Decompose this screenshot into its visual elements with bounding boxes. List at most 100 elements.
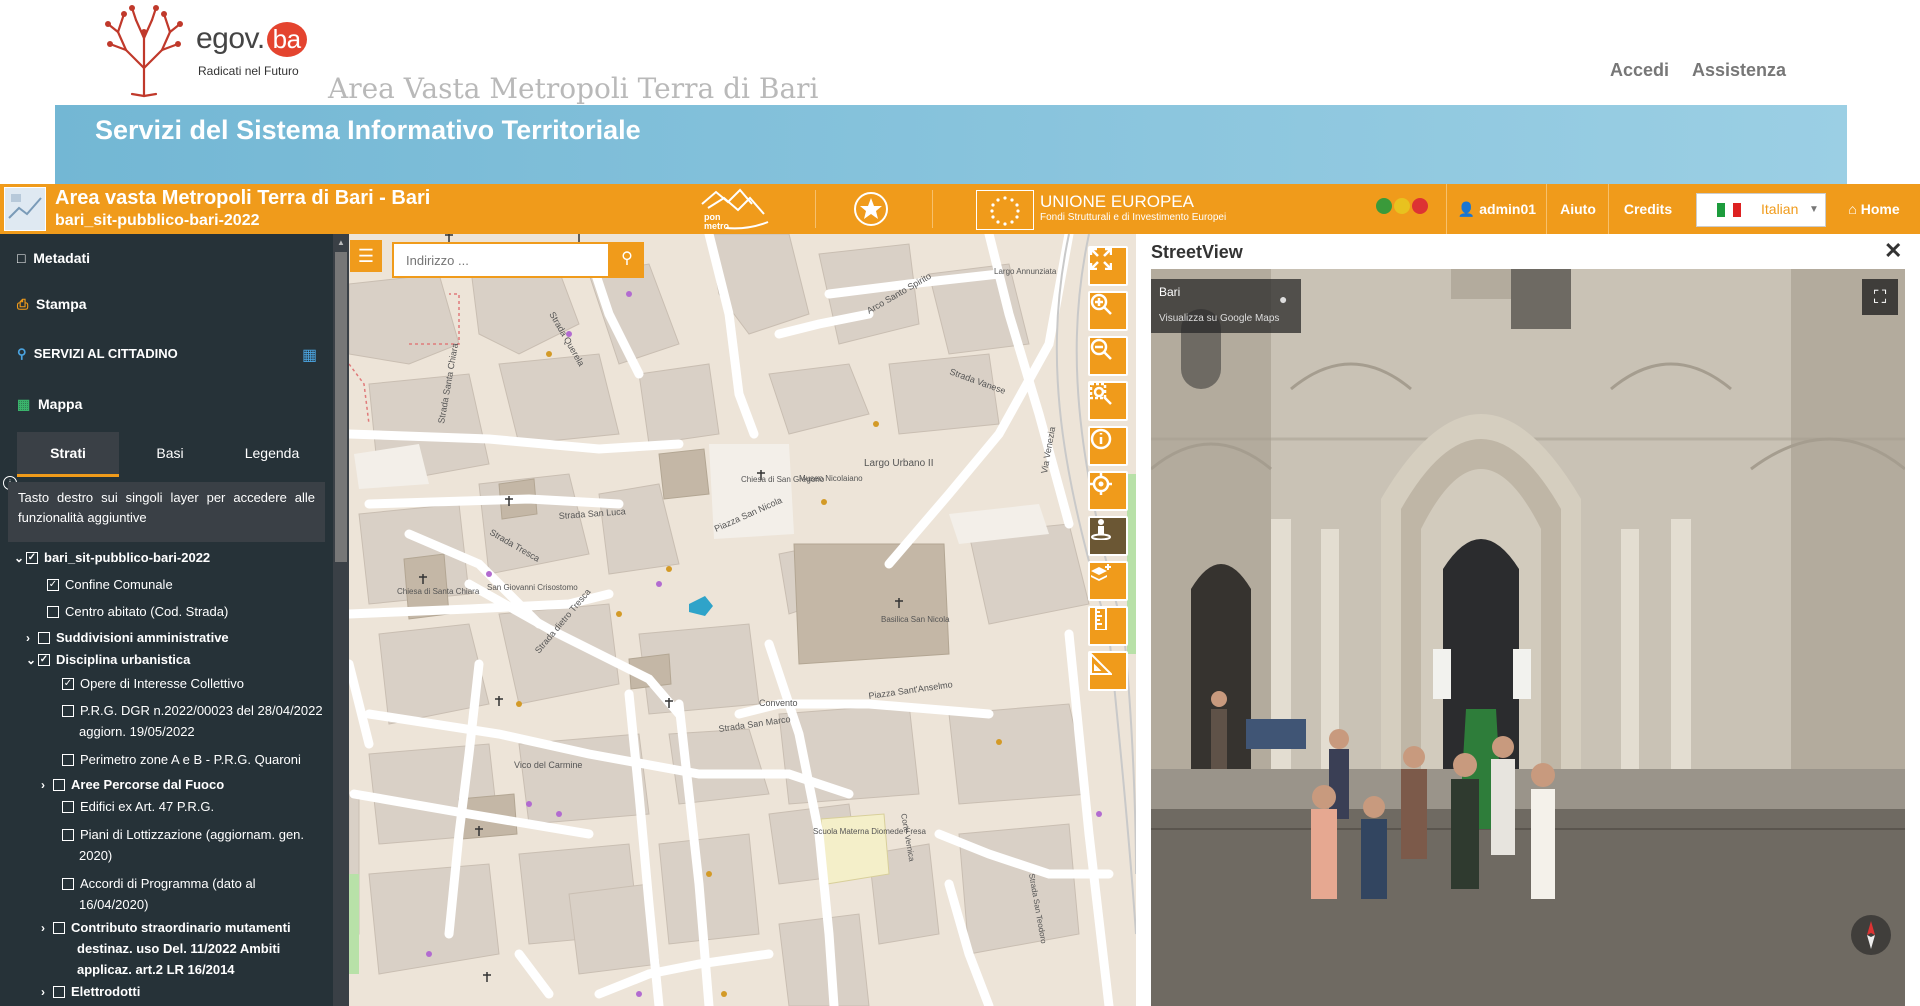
checkbox[interactable]: [62, 877, 74, 890]
map-thumbnail[interactable]: [4, 187, 46, 231]
layer-item-continued: 2020): [79, 848, 113, 863]
calculator-icon[interactable]: ▦: [302, 345, 317, 365]
svg-text:metro: metro: [704, 221, 730, 231]
checkbox[interactable]: [62, 828, 74, 841]
checkbox-checked[interactable]: ✓: [62, 677, 74, 690]
zoom-box-button[interactable]: [1088, 381, 1128, 421]
streetview-info-box: Bari Visualizza su Google Maps ●: [1151, 279, 1301, 333]
checkbox[interactable]: [62, 753, 74, 766]
metadati-item[interactable]: □ Metadati: [17, 250, 90, 266]
checkbox[interactable]: [38, 631, 50, 644]
layer-tip: Tasto destro sui singoli layer per acced…: [8, 482, 325, 542]
chevron-down-icon[interactable]: ⌄: [26, 653, 38, 667]
scrollbar-thumb[interactable]: [335, 252, 347, 562]
measure-area-button[interactable]: [1088, 651, 1128, 691]
logo-tagline: Radicati nel Futuro: [198, 64, 299, 78]
ponmetro-logo-icon: pon metro: [698, 184, 772, 232]
layer-group[interactable]: › Elettrodotti: [41, 984, 140, 999]
search-icon: ⚲: [17, 346, 27, 361]
chevron-right-icon[interactable]: ›: [41, 921, 53, 935]
layer-item[interactable]: Edifici ex Art. 47 P.R.G.: [62, 799, 214, 814]
tree-logo-icon[interactable]: [96, 2, 192, 98]
info-icon: [1090, 428, 1112, 450]
checkbox[interactable]: [62, 800, 74, 813]
smiley-happy-icon[interactable]: [1376, 198, 1392, 214]
sidebar: □ Metadati ⎙ Stampa ⚲ SERVIZI AL CITTADI…: [0, 234, 333, 1006]
svg-text:Vico del Carmine: Vico del Carmine: [514, 760, 582, 770]
streetview-fullscreen-button[interactable]: ⛶: [1862, 279, 1898, 315]
checkbox[interactable]: [53, 985, 65, 998]
compass-icon[interactable]: [1851, 915, 1891, 955]
locate-button[interactable]: [1088, 471, 1128, 511]
checkbox-checked[interactable]: ✓: [26, 551, 38, 564]
sidebar-scrollbar[interactable]: ▲: [333, 234, 349, 1006]
zoom-out-button[interactable]: [1088, 336, 1128, 376]
streetview-panel: StreetView ✕ Bari Visualizza su Google M…: [1136, 234, 1920, 1006]
layer-item[interactable]: Perimetro zone A e B - P.R.G. Quaroni: [62, 752, 301, 767]
layer-item[interactable]: ✓ Opere di Interesse Collettivo: [62, 676, 244, 691]
layer-item[interactable]: Centro abitato (Cod. Strada): [47, 604, 228, 619]
tab-strati[interactable]: Strati: [17, 432, 119, 477]
close-icon[interactable]: ✕: [1884, 238, 1902, 264]
smiley-neutral-icon[interactable]: [1394, 198, 1410, 214]
zoom-in-button[interactable]: [1088, 291, 1128, 331]
stampa-item[interactable]: ⎙ Stampa: [17, 296, 87, 313]
feedback-smileys[interactable]: [1376, 198, 1430, 219]
google-maps-link[interactable]: Visualizza su Google Maps: [1159, 313, 1279, 324]
language-value: Italian: [1761, 201, 1799, 217]
smiley-sad-icon[interactable]: [1412, 198, 1428, 214]
chevron-right-icon[interactable]: ›: [41, 985, 53, 999]
layer-item[interactable]: ✓ Confine Comunale: [47, 577, 173, 592]
scroll-up-icon[interactable]: ▲: [337, 238, 345, 247]
layer-group[interactable]: ⌄ ✓ Disciplina urbanistica: [26, 652, 190, 667]
layer-item[interactable]: Piani di Lottizzazione (aggiornam. gen.: [62, 827, 304, 842]
measure-length-button[interactable]: [1088, 606, 1128, 646]
layer-item[interactable]: P.R.G. DGR n.2022/00023 del 28/04/2022: [62, 703, 323, 718]
layer-root[interactable]: ⌄ ✓ bari_sit-pubblico-bari-2022: [14, 550, 210, 565]
home-icon: ⌂: [1848, 201, 1857, 217]
language-select[interactable]: Italian ▼: [1696, 193, 1826, 227]
fullscreen-button[interactable]: [1088, 246, 1128, 286]
search-button[interactable]: ⚲: [610, 242, 644, 278]
servizi-item[interactable]: ⚲ SERVIZI AL CITTADINO: [17, 346, 178, 362]
help-link[interactable]: Assistenza: [1692, 60, 1786, 81]
zoom-in-icon: [1090, 293, 1112, 315]
login-link[interactable]: Accedi: [1610, 60, 1669, 81]
checkbox[interactable]: [47, 605, 59, 618]
chevron-right-icon[interactable]: ›: [26, 631, 38, 645]
checkbox-checked[interactable]: ✓: [47, 578, 59, 591]
streetview-button[interactable]: [1088, 516, 1128, 556]
info-button[interactable]: [1088, 426, 1128, 466]
address-search-input[interactable]: [394, 244, 608, 276]
tab-basi[interactable]: Basi: [119, 432, 221, 474]
streetview-title: StreetView: [1151, 242, 1243, 262]
map-menu-button[interactable]: ☰: [350, 240, 382, 272]
layer-group[interactable]: › Contributo straordinario mutamenti: [41, 920, 291, 935]
layer-item[interactable]: Accordi di Programma (dato al: [62, 876, 256, 891]
print-icon: ⎙: [17, 296, 29, 312]
streetview-image[interactable]: Bari Visualizza su Google Maps ● ⛶: [1151, 269, 1905, 1006]
divider: [932, 190, 933, 228]
svg-text:Largo Urbano II: Largo Urbano II: [864, 458, 934, 469]
ruler-icon: [1095, 608, 1107, 630]
checkbox[interactable]: [53, 921, 65, 934]
tab-legenda[interactable]: Legenda: [221, 432, 323, 474]
layer-group[interactable]: › Aree Percorse dal Fuoco: [41, 777, 224, 792]
checkbox[interactable]: [62, 704, 74, 717]
map-pin-icon[interactable]: ●: [1279, 291, 1287, 307]
expand-icon: [1090, 248, 1112, 270]
user-button[interactable]: 👤 admin01: [1446, 184, 1547, 234]
credits-button[interactable]: Credits: [1608, 184, 1687, 234]
chevron-right-icon[interactable]: ›: [41, 778, 53, 792]
address-search[interactable]: [392, 242, 610, 278]
home-button[interactable]: ⌂ Home: [1828, 184, 1920, 234]
layer-group[interactable]: › Suddivisioni amministrative: [26, 630, 229, 645]
help-button[interactable]: Aiuto: [1546, 184, 1609, 234]
layer-item-continued: 16/04/2020): [79, 897, 149, 912]
checkbox[interactable]: [53, 778, 65, 791]
mappa-item[interactable]: ▦ Mappa: [17, 396, 82, 413]
map-view[interactable]: Largo Urbano II Piazza San Nicola Strada…: [349, 234, 1136, 1006]
layers-button[interactable]: [1088, 561, 1128, 601]
checkbox-checked[interactable]: ✓: [38, 653, 50, 666]
chevron-down-icon[interactable]: ⌄: [14, 551, 26, 565]
